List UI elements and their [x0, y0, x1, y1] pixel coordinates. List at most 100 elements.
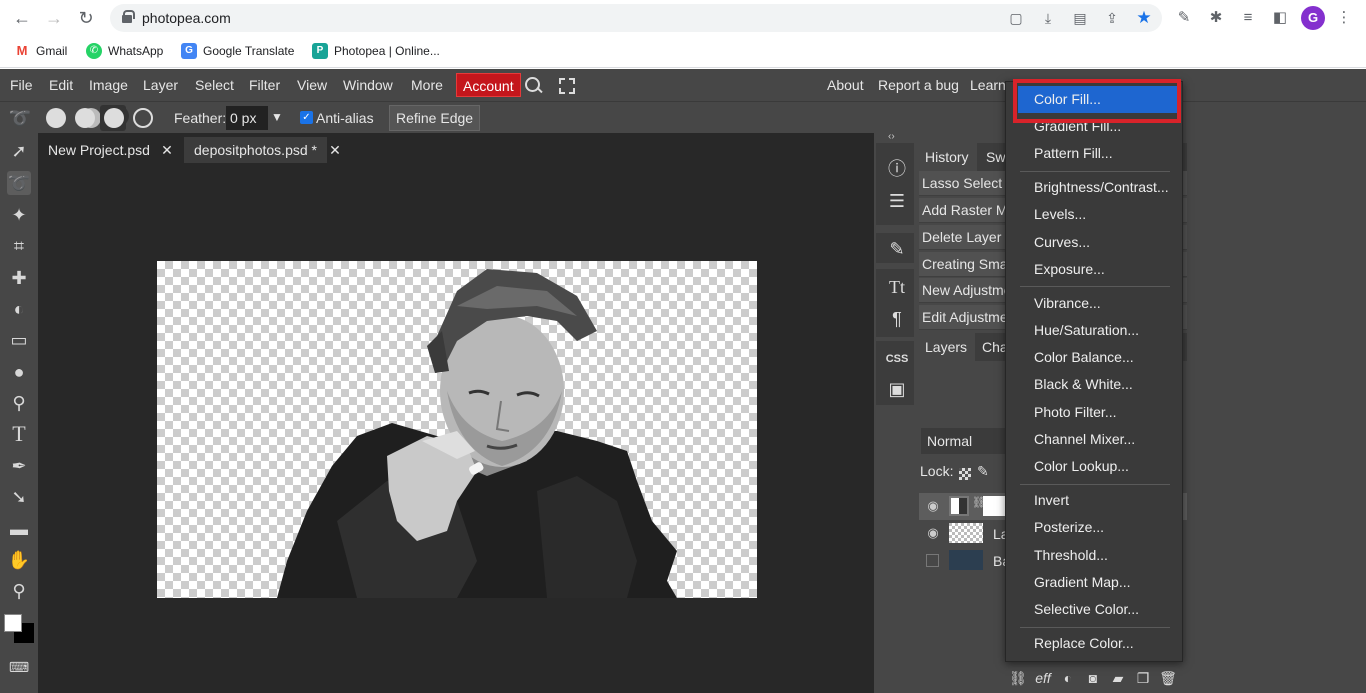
media-icon[interactable]: ≡ — [1239, 9, 1257, 27]
close-tab-icon[interactable]: ✕ — [325, 137, 345, 163]
bookmark-whatsapp[interactable]: ✆ WhatsApp — [86, 43, 163, 59]
visibility-box[interactable] — [926, 554, 939, 567]
magic-wand-icon[interactable]: ✦ — [7, 203, 31, 227]
menu-window[interactable]: Window — [343, 77, 393, 93]
menu-file[interactable]: File — [10, 77, 33, 93]
blur-tool-icon[interactable]: ● — [7, 360, 31, 384]
hand-tool-icon[interactable]: ✋ — [7, 548, 31, 572]
menu-item-gradient-map[interactable]: Gradient Map... — [1006, 569, 1182, 596]
tab-history[interactable]: History — [917, 143, 977, 171]
reload-icon[interactable]: ↻ — [76, 8, 96, 28]
brush-icon[interactable]: ✎ — [880, 235, 914, 263]
keyboard-icon[interactable]: ⌨ — [7, 655, 31, 679]
menu-item-color-lookup[interactable]: Color Lookup... — [1006, 453, 1182, 480]
menu-select[interactable]: Select — [195, 77, 234, 93]
type-tool-icon[interactable]: T — [7, 422, 31, 446]
document-canvas[interactable] — [157, 261, 757, 598]
menu-item-selective-color[interactable]: Selective Color... — [1006, 596, 1182, 623]
tab-layers[interactable]: Layers — [917, 333, 976, 361]
collapse-icon[interactable]: ‹› — [888, 131, 895, 142]
profile-avatar[interactable]: G — [1301, 6, 1325, 30]
path-select-icon[interactable]: ➘ — [7, 485, 31, 509]
feather-input[interactable]: 0 px — [226, 106, 268, 130]
subtract-selection-icon[interactable] — [104, 108, 124, 128]
menu-image[interactable]: Image — [89, 77, 128, 93]
share-icon[interactable]: ⇪ — [1104, 10, 1120, 26]
paragraph-icon[interactable]: ¶ — [880, 305, 914, 333]
character-icon[interactable]: Tt — [880, 273, 914, 301]
doc-tab-depositphotos[interactable]: depositphotos.psd * — [184, 137, 327, 163]
menu-item-replace-color[interactable]: Replace Color... — [1006, 630, 1182, 657]
back-arrow-icon[interactable]: ← — [12, 8, 32, 28]
forward-arrow-icon[interactable]: → — [44, 8, 64, 28]
image-icon[interactable]: ▣ — [880, 375, 914, 403]
menu-item-exposure[interactable]: Exposure... — [1006, 256, 1182, 283]
info-icon[interactable]: ⓘ — [880, 155, 914, 183]
refine-edge-button[interactable]: Refine Edge — [389, 105, 481, 131]
menu-item-hue-saturation[interactable]: Hue/Saturation... — [1006, 317, 1182, 344]
lock-paint-icon[interactable]: ✎ — [977, 463, 989, 480]
bookmark-photopea[interactable]: P Photopea | Online... — [312, 43, 440, 59]
menu-item-brightness-contrast[interactable]: Brightness/Contrast... — [1006, 174, 1182, 201]
menu-item-black-white[interactable]: Black & White... — [1006, 371, 1182, 398]
menu-item-posterize[interactable]: Posterize... — [1006, 514, 1182, 541]
extensions-puzzle-icon[interactable]: ✱ — [1207, 9, 1225, 27]
folder-icon[interactable]: ▰ — [1109, 669, 1127, 687]
menu-item-channel-mixer[interactable]: Channel Mixer... — [1006, 426, 1182, 453]
pen-tool-icon[interactable]: ✒ — [7, 454, 31, 478]
menu-item-invert[interactable]: Invert — [1006, 487, 1182, 514]
mask-icon[interactable]: ◙ — [1084, 669, 1102, 687]
menu-item-levels[interactable]: Levels... — [1006, 201, 1182, 228]
menu-item-threshold[interactable]: Threshold... — [1006, 542, 1182, 569]
rectangle-tool-icon[interactable]: ▬ — [7, 517, 31, 541]
gradient-tool-icon[interactable]: ▭ — [7, 328, 31, 352]
trash-icon[interactable]: 🗑 — [1159, 669, 1177, 687]
bookmark-google-translate[interactable]: G Google Translate — [181, 43, 294, 59]
add-selection-icon[interactable] — [75, 108, 95, 128]
dropper-extension-icon[interactable]: ✎ — [1175, 9, 1193, 27]
adjustment-icon[interactable]: ◐ — [1059, 669, 1077, 687]
eraser-icon[interactable]: ◐ — [7, 297, 31, 321]
menu-item-color-fill[interactable]: Color Fill... — [1018, 86, 1178, 113]
side-panel-icon[interactable]: ◧ — [1271, 9, 1289, 27]
foreground-color-swatch[interactable] — [4, 614, 22, 632]
menu-more[interactable]: More — [411, 77, 443, 93]
lock-transparency-icon[interactable] — [959, 468, 971, 480]
screenshot-icon[interactable]: ▢ — [1008, 10, 1024, 26]
menu-about[interactable]: About — [827, 77, 864, 93]
menu-filter[interactable]: Filter — [249, 77, 280, 93]
page-icon[interactable]: ▤ — [1072, 10, 1088, 26]
menu-item-color-balance[interactable]: Color Balance... — [1006, 344, 1182, 371]
search-icon[interactable] — [525, 77, 543, 95]
new-layer-icon[interactable]: ❐ — [1134, 669, 1152, 687]
eye-icon[interactable]: ◉ — [925, 499, 941, 513]
menu-report-bug[interactable]: Report a bug — [878, 77, 959, 93]
menu-item-curves[interactable]: Curves... — [1006, 229, 1182, 256]
bookmark-gmail[interactable]: M Gmail — [14, 43, 67, 59]
address-bar[interactable]: photopea.com ▢ ⤓ ▤ ⇪ ★ — [110, 4, 1162, 32]
zoom-tool-icon[interactable]: ⚲ — [7, 579, 31, 603]
fullscreen-icon[interactable] — [559, 78, 575, 94]
lasso-tool-icon[interactable]: ➰ — [7, 171, 31, 195]
bookmark-star-icon[interactable]: ★ — [1136, 9, 1152, 26]
css-icon[interactable]: CSS — [880, 345, 914, 373]
eye-icon[interactable]: ◉ — [925, 526, 941, 540]
account-button[interactable]: Account — [456, 73, 521, 97]
effects-icon[interactable]: eff — [1034, 669, 1052, 687]
close-tab-icon[interactable]: ✕ — [157, 137, 177, 163]
feather-dropdown-icon[interactable]: ▼ — [271, 110, 283, 124]
menu-edit[interactable]: Edit — [49, 77, 73, 93]
menu-learn[interactable]: Learn — [970, 77, 1006, 93]
menu-item-photo-filter[interactable]: Photo Filter... — [1006, 399, 1182, 426]
menu-item-vibrance[interactable]: Vibrance... — [1006, 290, 1182, 317]
intersect-selection-icon[interactable] — [133, 108, 153, 128]
crop-tool-icon[interactable]: ⌗ — [7, 234, 31, 258]
dodge-tool-icon[interactable]: ⚲ — [7, 391, 31, 415]
antialias-checkbox[interactable]: ✓ — [300, 111, 313, 124]
menu-view[interactable]: View — [297, 77, 327, 93]
menu-layer[interactable]: Layer — [143, 77, 178, 93]
doc-tab-new-project[interactable]: New Project.psd — [38, 137, 160, 163]
menu-item-gradient-fill[interactable]: Gradient Fill... — [1006, 113, 1182, 140]
adjustments-icon[interactable]: ☰ — [880, 187, 914, 215]
healing-brush-icon[interactable]: ✚ — [7, 266, 31, 290]
